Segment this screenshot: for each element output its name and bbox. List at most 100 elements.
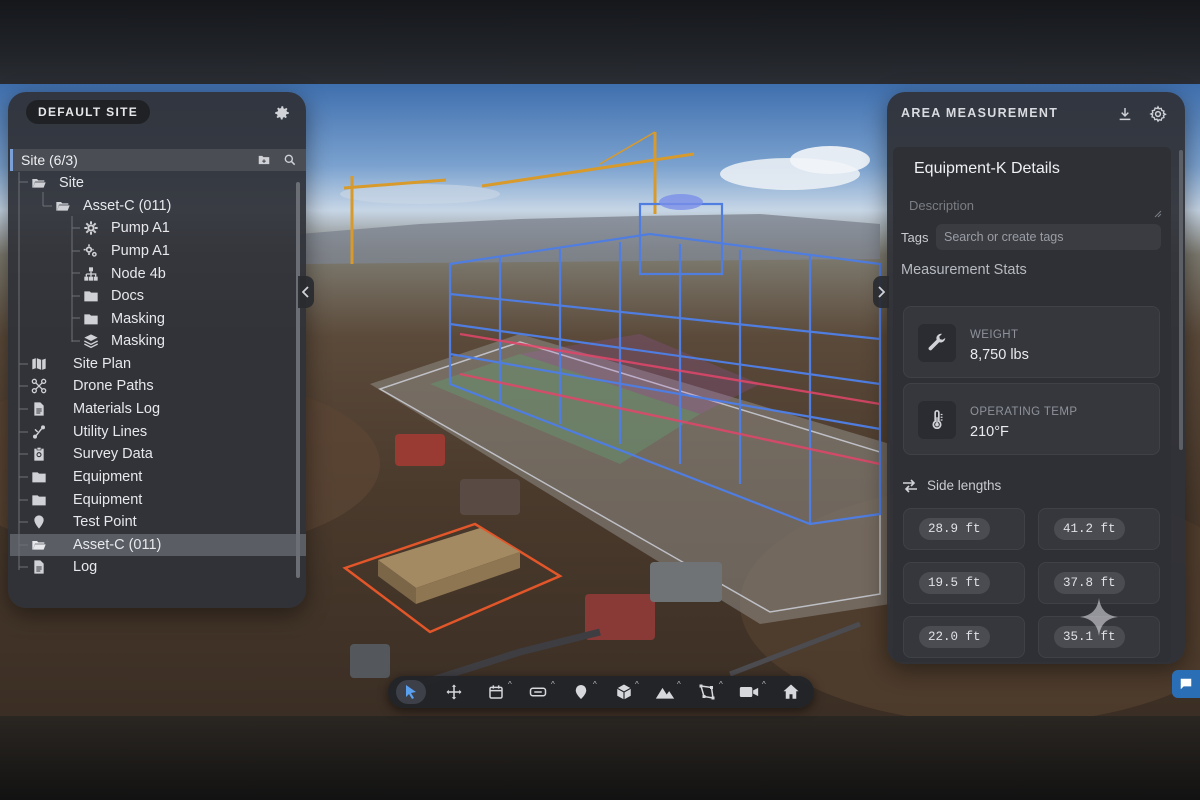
- side-length-value: 37.8 ft: [1054, 572, 1125, 594]
- tree-item-label: Asset-C (011): [73, 537, 162, 553]
- panel-scrollbar[interactable]: [1179, 150, 1183, 450]
- chat-button[interactable]: [1172, 670, 1200, 698]
- tree-item-label: Utility Lines: [73, 424, 148, 440]
- home-icon: [783, 684, 799, 699]
- gear-icon: [84, 221, 98, 235]
- tree-item-label: Survey Data: [73, 446, 153, 462]
- tree-item-node-4b[interactable]: Node 4b: [83, 263, 166, 285]
- tree-item-label: Docs: [111, 288, 145, 304]
- stat-label: OPERATING TEMP: [970, 406, 1078, 418]
- measure-tool-button[interactable]: [528, 680, 548, 704]
- calendar-tool-caret[interactable]: ^: [508, 680, 512, 689]
- tree-item-label: Masking: [111, 311, 165, 327]
- tree-item-site-plan[interactable]: Site Plan: [31, 353, 131, 375]
- tree-item-label: Equipment: [73, 492, 143, 508]
- layers-icon: [84, 334, 98, 349]
- tree-item-drone-paths[interactable]: Drone Paths: [31, 375, 154, 397]
- tree-item-asset-c[interactable]: Asset-C (011): [55, 195, 171, 217]
- tree-item-label: Node 4b: [111, 266, 166, 282]
- stat-value: 210°F: [970, 424, 1009, 440]
- move-icon: [446, 684, 462, 700]
- resize-grip-icon[interactable]: [1154, 210, 1162, 218]
- home-tool-button[interactable]: [780, 680, 802, 704]
- area-tool-button[interactable]: [697, 680, 717, 704]
- cursor-icon: [406, 685, 416, 699]
- collapse-left-panel-button[interactable]: [298, 276, 314, 308]
- chevron-left-icon: [302, 286, 309, 298]
- calendar-icon: [489, 685, 503, 699]
- wrench-icon: [928, 333, 946, 351]
- download-icon[interactable]: [1117, 106, 1133, 122]
- ruler-icon: [529, 687, 547, 697]
- letterbox-top: [0, 0, 1200, 84]
- folder-icon: [84, 314, 98, 325]
- tree-scrollbar[interactable]: [296, 182, 300, 578]
- camera-tool-caret[interactable]: ^: [762, 680, 766, 689]
- chat-icon: [1180, 678, 1192, 690]
- side-length-card: 41.2 ft: [1038, 508, 1160, 550]
- collapse-right-panel-button[interactable]: [873, 276, 889, 308]
- gears-icon: [83, 244, 97, 257]
- pin-tool-caret[interactable]: ^: [593, 680, 597, 689]
- folder-open-icon: [56, 202, 70, 211]
- stat-icon-box: [918, 401, 956, 439]
- tree-item-docs[interactable]: Docs: [83, 285, 144, 307]
- folder-open-icon: [32, 179, 46, 188]
- tree-item-label: Site Plan: [73, 356, 132, 372]
- pin-icon: [575, 685, 587, 699]
- camera-tool-button[interactable]: [738, 680, 760, 704]
- area-tool-caret[interactable]: ^: [719, 680, 723, 689]
- terrain-tool-caret[interactable]: ^: [677, 680, 681, 689]
- letterbox-bottom: [0, 716, 1200, 800]
- select-tool-button[interactable]: [396, 680, 426, 704]
- tree-item-label: Log: [73, 559, 98, 575]
- polygon-icon: [699, 684, 715, 700]
- measure-tool-caret[interactable]: ^: [551, 680, 555, 689]
- tree-item-survey-data[interactable]: Survey Data: [31, 443, 153, 465]
- description-input[interactable]: [905, 191, 1163, 219]
- tree-item-equipment[interactable]: Equipment: [31, 466, 142, 488]
- side-length-value: 19.5 ft: [919, 572, 990, 594]
- terrain-tool-button[interactable]: [654, 680, 676, 704]
- stat-label: WEIGHT: [970, 329, 1019, 341]
- tree-item-log[interactable]: Log: [31, 556, 97, 578]
- search-icon[interactable]: [283, 153, 297, 167]
- move-tool-button[interactable]: [442, 680, 466, 704]
- sparkle-icon: [1080, 598, 1118, 636]
- measurement-stats-title: Measurement Stats: [901, 262, 1027, 278]
- tree-item-label: Materials Log: [73, 401, 161, 417]
- tree-item-label: Pump A1: [111, 243, 170, 259]
- tree-item-pump-a1-2[interactable]: Pump A1: [83, 240, 170, 262]
- mountain-icon: [655, 687, 675, 699]
- tree-item-masking-layers[interactable]: Masking: [83, 330, 165, 352]
- tree-item-label: Drone Paths: [73, 378, 154, 394]
- gear-icon[interactable]: [273, 104, 291, 122]
- swap-arrows-icon: [903, 479, 917, 493]
- panel-title: AREA MEASUREMENT: [901, 106, 1059, 120]
- equipment-details-title: Equipment-K Details: [914, 160, 1060, 177]
- tree-item-pump-a1[interactable]: Pump A1: [83, 217, 170, 239]
- pin-icon: [34, 515, 44, 529]
- map-icon: [32, 358, 46, 370]
- tree-item-site[interactable]: Site: [31, 172, 84, 194]
- cube-tool-button[interactable]: [614, 680, 634, 704]
- tags-label: Tags: [901, 230, 929, 245]
- tree-item-test-point[interactable]: Test Point: [31, 511, 137, 533]
- cube-tool-caret[interactable]: ^: [635, 680, 639, 689]
- folder-icon: [32, 495, 46, 506]
- tree-item-masking[interactable]: Masking: [83, 308, 165, 330]
- tree-item-equipment-2[interactable]: Equipment: [31, 489, 142, 511]
- side-lengths-title: Side lengths: [927, 478, 1002, 493]
- tree-item-label: Masking: [111, 333, 165, 349]
- folder-add-icon[interactable]: [257, 153, 271, 167]
- tree-item-materials-log[interactable]: Materials Log: [31, 398, 160, 420]
- tags-input[interactable]: [936, 224, 1161, 250]
- gear-icon[interactable]: [1149, 105, 1167, 123]
- tree-item-utility-lines[interactable]: Utility Lines: [31, 421, 147, 443]
- calendar-tool-button[interactable]: [486, 680, 506, 704]
- pin-tool-button[interactable]: [572, 680, 590, 704]
- site-name-badge[interactable]: DEFAULT SITE: [26, 100, 151, 124]
- tree-item-asset-c-selected[interactable]: Asset-C (011): [31, 534, 161, 556]
- cube-icon: [616, 684, 632, 700]
- tree-header[interactable]: Site (6/3): [10, 149, 306, 171]
